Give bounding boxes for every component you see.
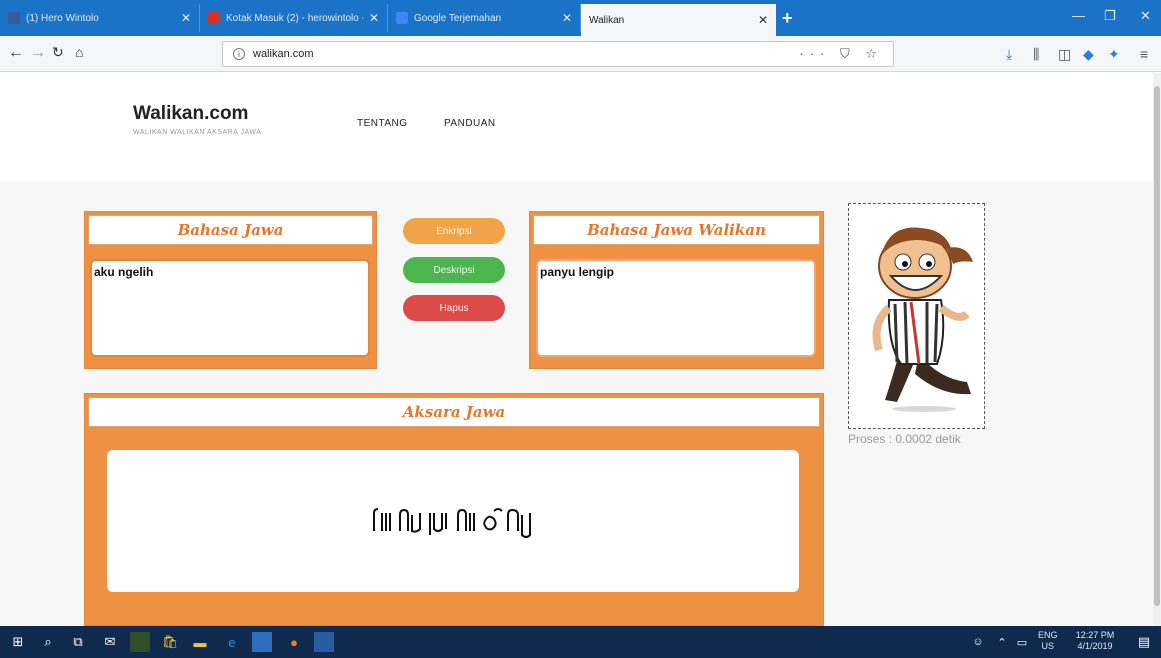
close-window-icon[interactable]: ✕ — [1140, 8, 1151, 24]
tab-title: Kotak Masuk (2) - herowintolo - — [226, 12, 363, 24]
minimize-icon[interactable]: — — [1072, 8, 1085, 23]
tab-google-terjemahan[interactable]: Google Terjemahan ✕ — [388, 4, 581, 32]
result-textarea[interactable]: panyu lengip — [536, 259, 816, 357]
close-icon[interactable]: ✕ — [758, 13, 768, 27]
restore-icon[interactable]: ❐ — [1104, 8, 1116, 24]
menu-tentang[interactable]: TENTANG — [357, 118, 408, 129]
file-explorer-icon[interactable]: ▬ — [190, 632, 210, 652]
shield-icon[interactable]: ✦ — [1108, 46, 1120, 63]
process-time: Proses : 0.0002 detik — [848, 432, 961, 446]
mascot-image — [848, 203, 985, 429]
result-panel: Bahasa Jawa Walikan panyu lengip — [529, 211, 824, 369]
aksara-output — [107, 450, 799, 592]
store-icon[interactable]: 🛍 — [160, 632, 180, 652]
mascot-illustration — [872, 227, 973, 412]
clock[interactable]: 12:27 PM 4/1/2019 — [1070, 630, 1120, 652]
extension-icon[interactable]: ◆ — [1083, 46, 1094, 63]
tab-title: Walikan — [589, 14, 625, 26]
aksara-title: Aksara Jawa — [88, 397, 820, 427]
new-tab-button[interactable]: + — [782, 8, 793, 29]
gmail-icon — [208, 12, 220, 24]
source-textarea[interactable]: aku ngelih — [90, 259, 370, 357]
translate-icon — [396, 12, 408, 24]
site-tagline: WALIKAN WALIKAN AKSARA JAWA — [133, 129, 262, 136]
reload-icon[interactable]: ↻ — [52, 44, 64, 61]
firefox-icon[interactable]: ● — [284, 632, 304, 652]
download-icon[interactable]: ⤓ — [1006, 46, 1012, 63]
close-icon[interactable]: ✕ — [181, 11, 191, 25]
tab-walikan[interactable]: Walikan ✕ — [581, 4, 776, 36]
deskripsi-button[interactable]: Deskripsi — [403, 257, 505, 283]
url-text: walikan.com — [253, 48, 314, 60]
tray-chevron-icon[interactable]: ⌃ — [992, 632, 1012, 652]
language-indicator[interactable]: ENG US — [1038, 630, 1058, 652]
result-title: Bahasa Jawa Walikan — [533, 215, 820, 245]
aksara-panel: Aksara Jawa — [84, 393, 824, 626]
tab-title: (1) Hero Wintolo — [26, 12, 99, 24]
source-title: Bahasa Jawa — [88, 215, 373, 245]
close-icon[interactable]: ✕ — [562, 11, 572, 25]
home-icon[interactable]: ⌂ — [75, 44, 83, 60]
clock-time: 12:27 PM — [1075, 630, 1115, 640]
app-icon[interactable] — [314, 632, 334, 652]
network-icon[interactable]: ▭ — [1012, 632, 1032, 652]
windows-taskbar: ⊞ ⌕ ⧉ ✉ 🛍 ▬ e ● ☺ ⌃ ▭ ENG US 12:27 PM 4/… — [0, 626, 1161, 658]
clock-date: 4/1/2019 — [1077, 641, 1113, 651]
notification-icon[interactable]: ▤ — [1134, 632, 1154, 652]
library-icon[interactable]: ⫼ — [1033, 46, 1039, 63]
javanese-script-icon — [373, 508, 531, 538]
browser-navbar: ← → ↻ ⌂ i walikan.com ··· ⛉ ☆ ⤓ ⫼ ◫ ◆ ✦ … — [0, 36, 1161, 72]
back-arrow-icon[interactable]: ← — [8, 44, 24, 62]
hapus-button[interactable]: Hapus — [403, 295, 505, 321]
forward-arrow-icon[interactable]: → — [30, 44, 46, 62]
calculator-icon[interactable] — [252, 632, 272, 652]
tab-title: Google Terjemahan — [414, 12, 502, 24]
region-label: US — [1041, 641, 1055, 651]
menu-icon[interactable]: ≡ — [1140, 46, 1148, 62]
site-brand[interactable]: Walikan.com — [133, 103, 248, 125]
language-label: ENG — [1038, 630, 1058, 640]
url-bar[interactable]: i walikan.com ··· ⛉ ☆ — [222, 41, 894, 67]
scrollbar-thumb[interactable] — [1154, 86, 1160, 606]
tab-kotak-masuk[interactable]: Kotak Masuk (2) - herowintolo - ✕ — [200, 4, 388, 32]
facebook-icon — [8, 12, 20, 24]
windows-start-icon[interactable]: ⊞ — [8, 632, 28, 652]
mail-icon[interactable]: ✉ — [100, 632, 120, 652]
sidebar-icon[interactable]: ◫ — [1058, 46, 1071, 63]
page-actions-icon[interactable]: ··· ⛉ ☆ — [799, 46, 883, 62]
page-viewport: Walikan.com WALIKAN WALIKAN AKSARA JAWA … — [0, 73, 1161, 626]
enkripsi-button[interactable]: Enkripsi — [403, 218, 505, 244]
tab-hero-wintolo[interactable]: (1) Hero Wintolo ✕ — [0, 4, 200, 32]
task-view-icon[interactable]: ⧉ — [68, 632, 88, 652]
close-icon[interactable]: ✕ — [369, 11, 379, 25]
search-icon[interactable]: ⌕ — [38, 632, 58, 652]
people-icon[interactable]: ☺ — [968, 632, 988, 652]
menu-panduan[interactable]: PANDUAN — [444, 118, 496, 129]
site-header: Walikan.com WALIKAN WALIKAN AKSARA JAWA … — [0, 73, 1161, 181]
media-app-icon[interactable] — [130, 632, 150, 652]
info-icon[interactable]: i — [233, 48, 245, 60]
converter-area: Bahasa Jawa aku ngelih Enkripsi Deskrips… — [0, 181, 1161, 626]
source-panel: Bahasa Jawa aku ngelih — [84, 211, 377, 369]
edge-browser-icon[interactable]: e — [222, 632, 242, 652]
browser-titlebar: (1) Hero Wintolo ✕ Kotak Masuk (2) - her… — [0, 0, 1161, 36]
